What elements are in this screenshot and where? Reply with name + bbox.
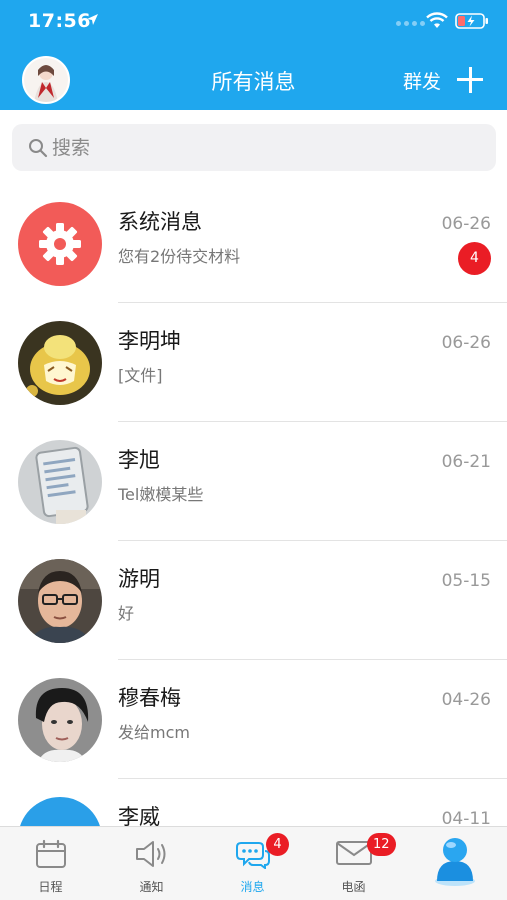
unread-badge: 4 (458, 242, 491, 275)
group-send-button[interactable]: 群发 (403, 67, 441, 94)
wifi-icon (426, 12, 448, 28)
tab-label: 消息 (240, 880, 265, 894)
contacts-person-icon (434, 838, 475, 886)
message-date: 05-15 (441, 571, 491, 591)
message-name: 李旭 (118, 448, 160, 472)
contact-avatar (18, 321, 102, 405)
bottom-tab-bar: 日程 通知 4 消息 12 电函 (0, 826, 507, 900)
message-date: 06-26 (441, 333, 491, 353)
tab-notice[interactable]: 通知 (101, 827, 202, 900)
search-icon (29, 139, 48, 158)
message-preview: 您有2份待交材料 (118, 247, 241, 266)
system-message-avatar (18, 202, 102, 286)
message-date: 06-26 (441, 214, 491, 234)
message-date: 06-21 (441, 452, 491, 472)
battery-charging-icon (455, 13, 488, 29)
status-time: 17:56 (28, 10, 91, 32)
contact-avatar (18, 678, 102, 762)
calendar-icon (35, 839, 66, 868)
message-item[interactable]: 穆春梅 发给mcm 04-26 (0, 660, 507, 779)
contact-avatar (18, 559, 102, 643)
message-item-system[interactable]: 系统消息 您有2份待交材料 06-26 4 (0, 184, 507, 303)
tab-mail[interactable]: 12 电函 (303, 827, 404, 900)
tab-contacts[interactable] (404, 827, 505, 900)
tab-label: 通知 (139, 880, 164, 894)
tab-label: 日程 (38, 880, 63, 894)
top-header: 17:56 所有消息 群发 (0, 0, 507, 110)
message-list: 系统消息 您有2份待交材料 06-26 4 李明坤 [文件] 06-26 李旭 … (0, 184, 507, 898)
message-preview: [文件] (118, 366, 163, 385)
tab-label: 电函 (341, 880, 366, 894)
tab-schedule[interactable]: 日程 (0, 827, 101, 900)
message-preview: 发给mcm (118, 723, 190, 742)
add-plus-icon[interactable] (457, 67, 483, 93)
message-item[interactable]: 李明坤 [文件] 06-26 (0, 303, 507, 422)
message-preview: Tel嫩模某些 (118, 485, 204, 504)
contact-avatar (18, 440, 102, 524)
tab-messages[interactable]: 4 消息 (202, 827, 303, 900)
message-preview: 好 (118, 604, 135, 623)
message-name: 系统消息 (118, 210, 202, 234)
tab-badge: 4 (266, 833, 289, 856)
message-item[interactable]: 游明 好 05-15 (0, 541, 507, 660)
tab-badge: 12 (367, 833, 396, 856)
message-item[interactable]: 李旭 Tel嫩模某些 06-21 (0, 422, 507, 541)
message-name: 游明 (118, 567, 160, 591)
message-name: 李明坤 (118, 329, 181, 353)
location-arrow-icon (87, 14, 98, 25)
speaker-icon (135, 841, 165, 867)
message-date: 04-26 (441, 690, 491, 710)
search-input[interactable] (52, 124, 482, 171)
message-name: 穆春梅 (118, 686, 181, 710)
cellular-signal-icon (396, 21, 425, 26)
search-bar[interactable] (12, 124, 496, 171)
app-screen: 17:56 所有消息 群发 搜索 系统消息 您有2份待交材料 06-26 4 李… (0, 0, 507, 900)
gear-icon (39, 223, 81, 265)
